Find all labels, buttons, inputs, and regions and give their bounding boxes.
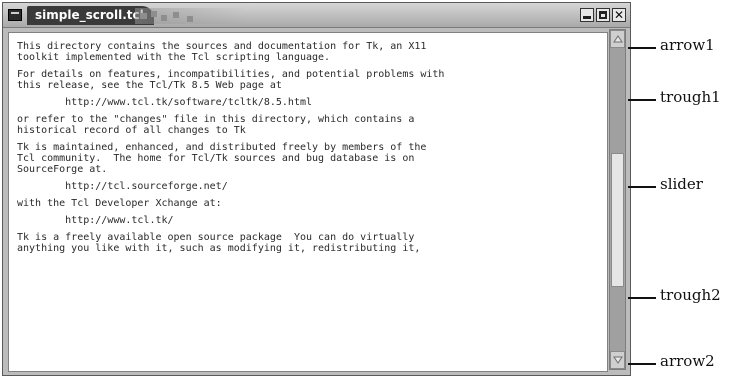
text-line: this release, see the Tcl/Tk 8.5 Web pag… [17,80,282,91]
scroll-up-arrow[interactable] [610,30,625,48]
window-menu-icon[interactable] [8,9,22,21]
text-line: SourceForge at. [17,164,108,175]
minimize-button[interactable] [580,8,594,22]
figure-canvas: simple_scroll.tcl ✕ This directory conta… [0,0,753,379]
trough2-label: trough2 [660,286,721,304]
trough2-callout-line [628,297,656,299]
app-window: simple_scroll.tcl ✕ This directory conta… [2,2,631,376]
scroll-slider[interactable] [611,153,624,287]
slider-label: slider [660,175,703,193]
title-bar[interactable]: simple_scroll.tcl ✕ [3,3,630,28]
arrow2-label: arrow2 [660,352,715,370]
arrow-down-icon [613,356,623,364]
text-line: or refer to the "changes" file in this d… [17,114,415,125]
text-widget[interactable]: This directory contains the sources and … [8,32,608,372]
text-line: http://www.tcl.tk/software/tcltk/8.5.htm… [17,97,313,108]
close-button[interactable]: ✕ [612,8,626,22]
scroll-trough-lower[interactable] [610,287,625,351]
arrow-up-icon [613,35,623,43]
text-line: anything you like with it, such as modif… [17,243,421,254]
arrow1-callout-line [628,47,656,49]
window-controls: ✕ [580,8,626,22]
vertical-scrollbar[interactable] [609,29,626,370]
text-line: Tcl community. The home for Tcl/Tk sourc… [17,153,415,164]
scroll-trough-upper[interactable] [610,48,625,153]
arrow1-label: arrow1 [660,36,715,54]
text-line: http://www.tcl.tk/ [17,215,174,226]
text-line: with the Tcl Developer Xchange at: [17,198,222,209]
trough1-label: trough1 [660,88,721,106]
arrow2-callout-line [628,363,656,365]
maximize-button[interactable] [596,8,610,22]
text-line: Tk is maintained, enhanced, and distribu… [17,142,427,153]
trough1-callout-line [628,99,656,101]
title-bar-decoration [135,8,245,24]
text-line: Tk is a freely available open source pac… [17,232,415,243]
scroll-down-arrow[interactable] [610,351,625,369]
text-line: For details on features, incompatibiliti… [17,69,445,80]
text-line: This directory contains the sources and … [17,41,427,52]
text-line: historical record of all changes to Tk [17,125,246,136]
text-line: http://tcl.sourceforge.net/ [17,181,228,192]
slider-callout-line [628,186,656,188]
text-line: toolkit implemented with the Tcl scripti… [17,52,331,63]
close-icon: ✕ [613,8,625,22]
